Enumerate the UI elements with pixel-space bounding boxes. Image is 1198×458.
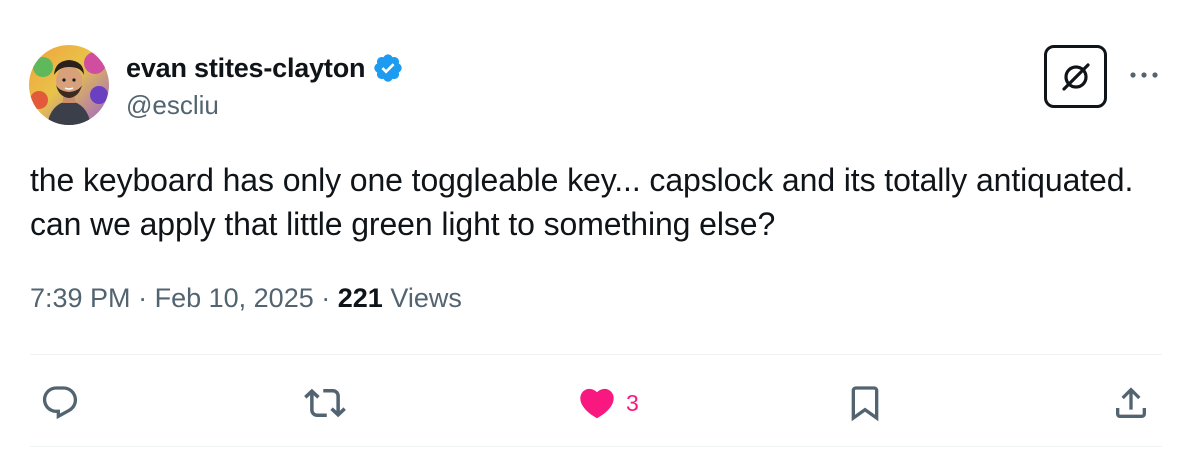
meta-separator: · xyxy=(321,283,331,313)
author-display-name[interactable]: evan stites-clayton xyxy=(126,53,365,84)
heart-filled-icon xyxy=(580,388,614,419)
bookmark-icon xyxy=(851,386,879,422)
views-label: Views xyxy=(390,283,462,313)
views-count: 221 xyxy=(337,283,383,313)
author-handle[interactable]: @escliu xyxy=(126,90,219,121)
tweet-date[interactable]: Feb 10, 2025 xyxy=(155,283,314,313)
grok-button[interactable] xyxy=(1044,45,1107,108)
share-icon xyxy=(1116,387,1146,418)
more-horizontal-icon xyxy=(1130,72,1158,78)
tweet-meta: 7:39 PM · Feb 10, 2025 · 221 Views xyxy=(30,283,462,314)
author-avatar[interactable] xyxy=(29,45,109,125)
like-count: 3 xyxy=(626,389,639,416)
share-button[interactable] xyxy=(1111,383,1151,423)
retweet-button[interactable] xyxy=(304,383,346,423)
grok-icon xyxy=(1061,62,1090,91)
tweet-text: the keyboard has only one toggleable key… xyxy=(30,162,1134,242)
avatar-image xyxy=(29,45,109,125)
tweet-time[interactable]: 7:39 PM xyxy=(30,283,131,313)
author-name-row: evan stites-clayton xyxy=(126,50,404,86)
reply-button[interactable] xyxy=(40,383,80,423)
divider xyxy=(30,354,1162,355)
bookmark-button[interactable] xyxy=(845,383,885,423)
more-options-button[interactable] xyxy=(1127,60,1161,90)
divider xyxy=(30,446,1162,447)
verified-badge-icon[interactable] xyxy=(372,52,404,84)
like-button[interactable]: 3 xyxy=(577,383,639,423)
retweet-icon xyxy=(304,388,346,418)
reply-icon xyxy=(42,386,78,420)
meta-separator: · xyxy=(138,283,148,313)
